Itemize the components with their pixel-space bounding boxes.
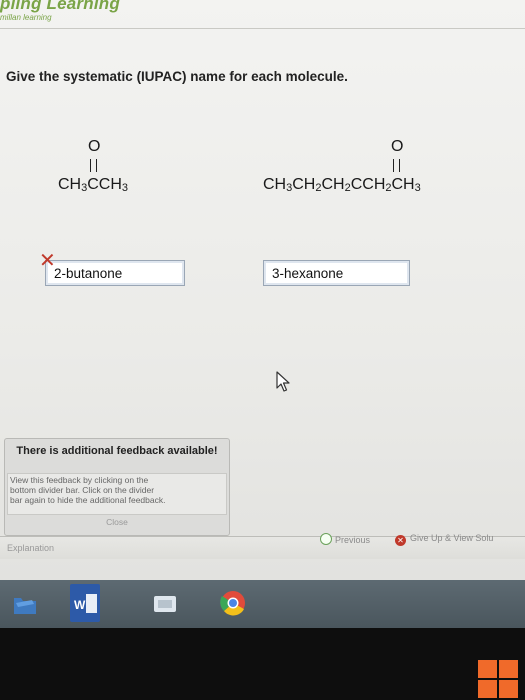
mouse-cursor-icon xyxy=(276,371,290,392)
chrome-taskbar-icon[interactable] xyxy=(218,584,248,622)
feedback-title: There is additional feedback available! xyxy=(16,445,218,457)
header-divider xyxy=(0,28,525,29)
feedback-body: View this feedback by clicking on the bo… xyxy=(10,475,166,505)
windows-logo-icon xyxy=(478,660,520,700)
word-taskbar-icon[interactable]: W xyxy=(70,584,100,622)
feedback-close-button[interactable]: Close xyxy=(5,517,229,527)
brand-name: pling Learning xyxy=(0,0,120,13)
answer-input-2[interactable]: 3-hexanone xyxy=(263,260,410,286)
previous-circle-icon xyxy=(320,533,332,545)
molecule-formula: CH3CH2CH2CCH2CH3 xyxy=(263,176,421,194)
carbonyl-oxygen: O xyxy=(391,138,404,155)
incorrect-x-icon: ✕ xyxy=(39,250,56,272)
answer-input-1[interactable]: 2-butanone xyxy=(45,260,185,286)
question-prompt: Give the systematic (IUPAC) name for eac… xyxy=(6,69,348,84)
feedback-body-box: View this feedback by clicking on the bo… xyxy=(7,473,227,515)
double-bond xyxy=(393,159,400,172)
feedback-popup: There is additional feedback available! … xyxy=(4,438,230,536)
molecule-formula: CH3CCH3 xyxy=(58,176,129,194)
brand-tagline: millan learning xyxy=(0,13,52,22)
give-up-x-icon: ✕ xyxy=(395,535,406,546)
carbonyl-oxygen: O xyxy=(88,138,101,155)
give-up-button[interactable]: ✕ Give Up & View Solu xyxy=(395,533,493,546)
folder-taskbar-icon[interactable] xyxy=(10,584,40,622)
browser-viewport: pling Learning millan learning Give the … xyxy=(0,0,525,580)
app-taskbar-icon[interactable] xyxy=(150,584,180,622)
explanation-tab[interactable]: Explanation xyxy=(7,543,54,553)
windows-taskbar: W xyxy=(0,580,525,628)
previous-button[interactable]: Previous xyxy=(320,533,370,545)
double-bond xyxy=(90,159,97,172)
